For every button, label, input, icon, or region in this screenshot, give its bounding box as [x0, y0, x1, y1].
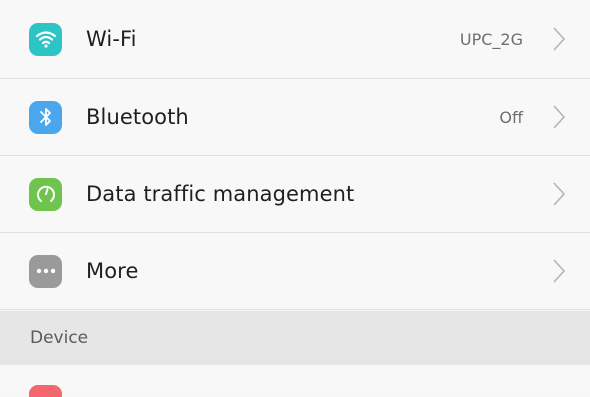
settings-item-wifi[interactable]: Wi-Fi UPC_2G	[0, 0, 590, 79]
data-usage-icon	[29, 177, 62, 211]
settings-item-label: Bluetooth	[86, 105, 189, 129]
bluetooth-icon	[29, 100, 62, 134]
settings-item-label: Data traffic management	[86, 182, 355, 206]
wireless-settings-list: Wi-Fi UPC_2G Bluetooth Off Data traffic …	[0, 0, 590, 310]
settings-item-value: Off	[499, 107, 523, 127]
chevron-right-icon	[553, 182, 566, 206]
settings-item-more[interactable]: More	[0, 233, 590, 310]
settings-item-data-traffic[interactable]: Data traffic management	[0, 156, 590, 233]
settings-item-bluetooth[interactable]: Bluetooth Off	[0, 79, 590, 156]
wifi-icon	[29, 22, 62, 56]
settings-item-value: UPC_2G	[459, 29, 523, 49]
section-title: Device	[30, 328, 89, 348]
chevron-right-icon	[553, 27, 566, 51]
settings-item-partial[interactable]	[0, 365, 590, 397]
next-item-icon	[29, 385, 62, 397]
settings-item-label: Wi-Fi	[86, 27, 137, 51]
section-header-device: Device	[0, 311, 590, 365]
more-icon	[29, 254, 62, 288]
chevron-right-icon	[553, 105, 566, 129]
settings-item-label: More	[86, 259, 139, 283]
chevron-right-icon	[553, 259, 566, 283]
